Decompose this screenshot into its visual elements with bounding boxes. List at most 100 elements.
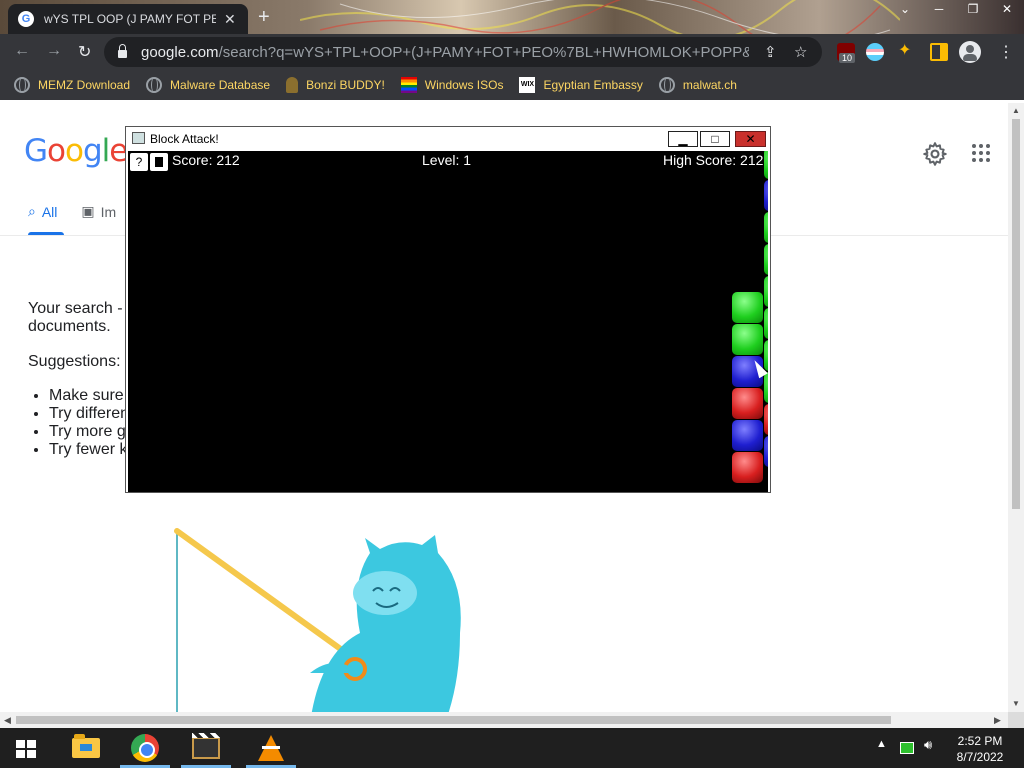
scroll-right-icon[interactable]: ▶ <box>994 715 1001 726</box>
block-attack-window[interactable]: Block Attack! ▁ □ ✕ ? Score: 212 Level: … <box>125 126 771 493</box>
taskbar-chrome[interactable] <box>120 728 170 768</box>
image-icon: ▣ <box>81 203 95 219</box>
tab-title: wYS TPL OOP (J PAMY FOT PEO <box>44 12 216 26</box>
bookmark-star-icon[interactable]: ☆ <box>794 43 807 61</box>
share-icon[interactable]: ⇪ <box>764 43 777 61</box>
maximize-button[interactable]: □ <box>700 131 730 147</box>
vlc-cone-icon <box>258 735 284 761</box>
tab-images[interactable]: ▣ Im <box>81 203 116 220</box>
list-item: Try more g <box>49 423 129 441</box>
list-item: Make sure <box>49 387 129 405</box>
browser-toolbar: ← → ↻ google.com/search?q=wYS+TPL+OOP+(J… <box>0 34 1024 70</box>
close-button[interactable]: ✕ <box>735 131 766 147</box>
scroll-up-icon[interactable]: ▲ <box>1012 106 1020 115</box>
volume-icon[interactable]: 🔊︎ <box>924 737 932 753</box>
green-block <box>732 324 763 355</box>
high-score-readout: High Score: 212 <box>663 152 764 168</box>
extensions-puzzle-icon[interactable]: ✦ <box>898 40 911 60</box>
bonzi-icon <box>286 77 299 93</box>
new-tab-icon[interactable]: + <box>258 6 270 29</box>
bookmark-memz[interactable]: MEMZ Download <box>14 77 130 93</box>
list-item: Try fewer k <box>49 441 129 459</box>
stop-button[interactable] <box>150 153 168 171</box>
green-edge-block <box>764 276 768 307</box>
taskbar-clock[interactable]: 2:52 PM 8/7/2022 <box>948 733 1012 765</box>
search-icon: ⌕ <box>28 203 36 219</box>
screen: G wYS TPL OOP (J PAMY FOT PEO ✕ + ⌄ ─ ❐ … <box>0 0 1024 768</box>
clapperboard-icon <box>192 733 220 759</box>
score-readout: Score: 212 <box>172 152 240 168</box>
minimize-button[interactable]: ▁ <box>668 131 698 147</box>
taskbar-file-explorer[interactable] <box>61 728 111 768</box>
block-attack-title: Block Attack! <box>150 132 219 146</box>
chrome-tab-strip: G wYS TPL OOP (J PAMY FOT PEO ✕ + ⌄ ─ ❐ … <box>0 0 1024 34</box>
side-panel-icon[interactable] <box>930 43 948 61</box>
windows-taskbar: ▲ 🔊︎ 2:52 PM 8/7/2022 <box>0 728 1024 768</box>
globe-icon <box>146 77 163 93</box>
url-text[interactable]: google.com/search?q=wYS+TPL+OOP+(J+PAMY+… <box>141 44 749 61</box>
suggestions-heading: Suggestions: <box>28 353 121 370</box>
tab-all[interactable]: ⌕ All <box>28 203 57 220</box>
back-arrow-icon[interactable]: ← <box>14 42 30 60</box>
battery-icon[interactable] <box>900 742 914 754</box>
level-readout: Level: 1 <box>422 152 472 168</box>
bookmark-malware-database[interactable]: Malware Database <box>146 77 270 93</box>
vertical-scrollbar[interactable]: ▲ ▼ <box>1008 103 1024 712</box>
bookmark-egyptian-embassy[interactable]: WIX Egyptian Embassy <box>519 77 643 93</box>
scroll-left-icon[interactable]: ◀ <box>4 715 11 726</box>
chevron-down-icon[interactable]: ⌄ <box>888 0 922 20</box>
green-edge-block <box>764 308 768 339</box>
close-window-icon[interactable]: ✕ <box>990 0 1024 20</box>
suggestions-list: Make sure Try differen Try more g Try fe… <box>49 387 129 459</box>
extension-badge: 10 <box>839 53 856 63</box>
globe-icon <box>658 77 675 93</box>
profile-avatar-icon[interactable] <box>959 41 981 63</box>
horizontal-scroll-thumb[interactable] <box>16 716 891 724</box>
globe-icon <box>14 77 30 93</box>
google-apps-grid-icon[interactable] <box>972 144 990 162</box>
rainbow-flag-icon <box>400 77 417 93</box>
tab-close-icon[interactable]: ✕ <box>224 11 236 28</box>
green-edge-block <box>764 244 768 275</box>
google-logo[interactable]: Google <box>24 133 128 169</box>
bookmark-windows-isos[interactable]: Windows ISOs <box>400 77 503 93</box>
address-bar[interactable]: google.com/search?q=wYS+TPL+OOP+(J+PAMY+… <box>104 37 822 67</box>
help-button[interactable]: ? <box>130 153 148 171</box>
block-attack-titlebar[interactable]: Block Attack! ▁ □ ✕ <box>126 127 770 151</box>
taskbar-block-attack[interactable] <box>181 728 231 768</box>
reload-icon[interactable]: ↻ <box>78 42 91 62</box>
browser-tab[interactable]: G wYS TPL OOP (J PAMY FOT PEO ✕ <box>8 4 248 34</box>
fishing-monster-illustration <box>174 528 461 712</box>
block-attack-app-icon <box>132 132 145 144</box>
scroll-down-icon[interactable]: ▼ <box>1012 699 1020 708</box>
blue-edge-block <box>764 436 768 467</box>
forward-arrow-icon[interactable]: → <box>46 42 62 60</box>
bookmark-bonzi-buddy[interactable]: Bonzi BUDDY! <box>286 77 385 93</box>
green-edge-block <box>764 372 768 403</box>
chrome-icon <box>131 734 159 762</box>
vertical-scroll-thumb[interactable] <box>1012 119 1020 509</box>
blue-block <box>732 420 763 451</box>
clock-time: 2:52 PM <box>957 734 1003 748</box>
bookmark-malwatch[interactable]: malwat.ch <box>658 77 737 93</box>
folder-icon <box>72 734 100 758</box>
settings-gear-icon[interactable] <box>922 141 948 167</box>
lock-icon[interactable] <box>118 43 127 58</box>
google-favicon-icon: G <box>18 11 34 27</box>
red-block <box>732 452 763 483</box>
flag-extension-icon[interactable] <box>866 43 884 61</box>
clock-date: 8/7/2022 <box>956 750 1004 764</box>
restore-icon[interactable]: ❐ <box>956 0 990 20</box>
wix-icon: WIX <box>519 77 536 93</box>
minimize-icon[interactable]: ─ <box>922 0 956 20</box>
green-edge-block <box>764 212 768 243</box>
search-tabs: ⌕ All ▣ Im <box>28 203 140 220</box>
windows-start-icon[interactable] <box>16 740 36 758</box>
green-edge-block <box>764 151 768 179</box>
kebab-menu-icon[interactable]: ⋮ <box>998 42 1014 62</box>
horizontal-scrollbar[interactable]: ◀ ▶ <box>0 712 1008 728</box>
game-canvas[interactable]: ? Score: 212 Level: 1 High Score: 212 <box>128 151 768 492</box>
blue-edge-block <box>764 180 768 211</box>
taskbar-vlc[interactable] <box>246 728 296 768</box>
tray-overflow-chevron-icon[interactable]: ▲ <box>876 738 887 750</box>
